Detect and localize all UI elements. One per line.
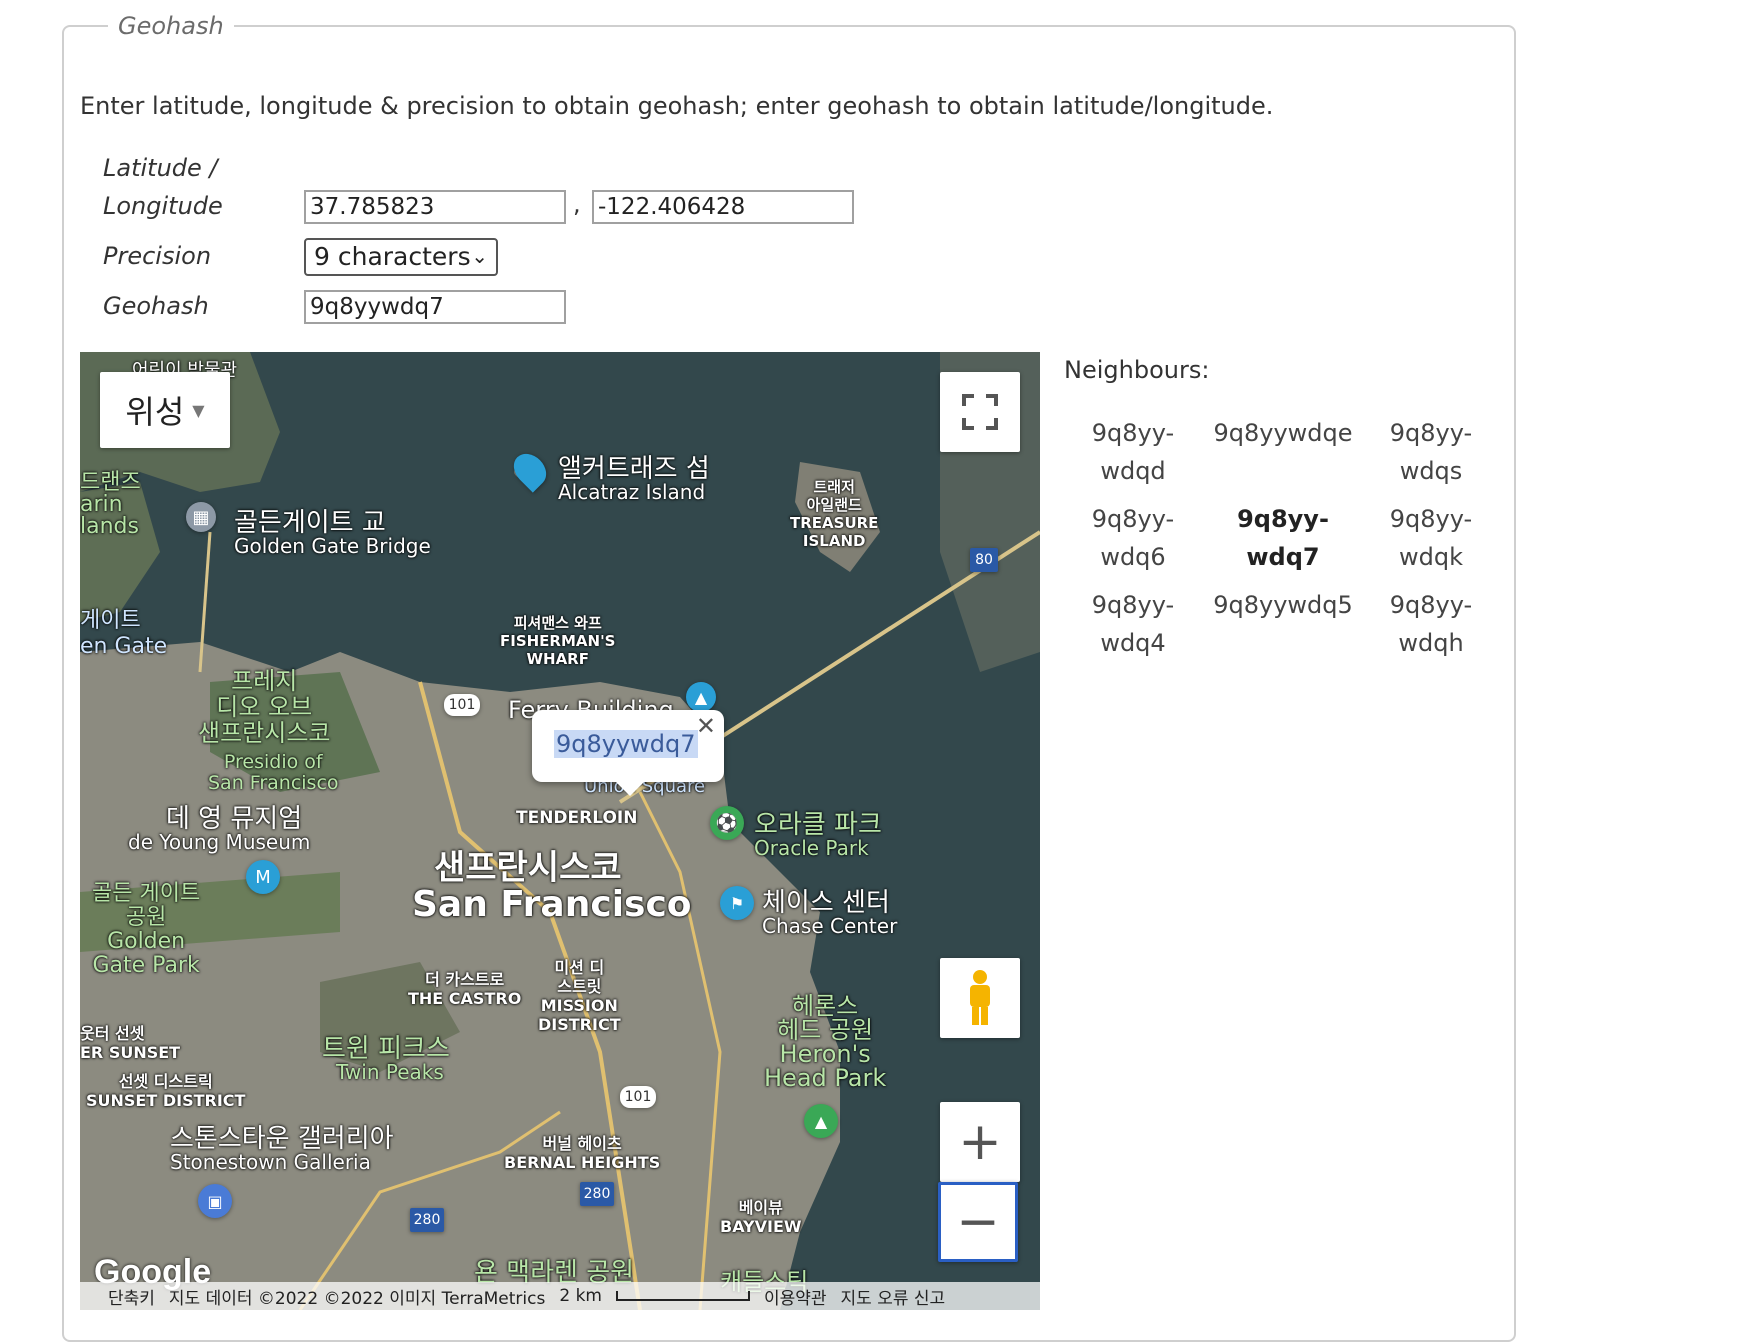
highway-101-shield: 101 — [444, 694, 480, 716]
scale-label[interactable]: 2 km — [559, 1286, 602, 1306]
map-label-sunset-district: 선셋 디스트릭 SUNSET DISTRICT — [86, 1072, 246, 1110]
park-tree-icon[interactable]: ▲ — [804, 1104, 838, 1138]
neighbour-cell: 9q8yy- wdqh — [1389, 591, 1473, 657]
keyboard-shortcuts-link[interactable]: 단축키 — [108, 1284, 155, 1309]
neighbour-cell: 9q8yy- wdqd — [1091, 419, 1175, 485]
map-label-sf-en: San Francisco — [412, 884, 692, 925]
dropdown-caret-icon: ▼ — [192, 400, 205, 420]
close-icon[interactable]: ✕ — [696, 712, 716, 740]
map-label-presidio-ko: 프레지 디오 오브 샌프란시스코 — [198, 667, 331, 747]
map-label-presidio-en: Presidio of San Francisco — [208, 751, 339, 794]
map-label-alcatraz-en: Alcatraz Island — [558, 480, 706, 504]
map-label-castro: 더 카스트로 THE CASTRO — [408, 970, 522, 1008]
map-label-outer-sunset: 웃터 선셋 ER SUNSET — [80, 1024, 181, 1062]
longitude-input[interactable]: -122.406428 — [592, 190, 854, 224]
plus-icon: + — [958, 1112, 1002, 1172]
info-window: 9q8yywdq7 ✕ — [532, 710, 724, 796]
map-view[interactable]: 어린이 박물관 드랜즈 arin lands 게이트 en Gate 앨커트래즈… — [80, 352, 1040, 1310]
map-type-button[interactable]: 위성 ▼ — [100, 372, 230, 448]
scale-bar — [615, 1291, 750, 1301]
ferry-building-pin-icon[interactable]: ▲ — [686, 682, 716, 712]
neighbour-cell: 9q8yywdqe — [1213, 419, 1353, 447]
neighbours-title: Neighbours: — [1064, 356, 1210, 384]
report-map-error-link[interactable]: 지도 오류 신고 — [841, 1284, 946, 1309]
neighbour-cell: 9q8yy- wdqs — [1389, 419, 1473, 485]
info-window-geohash[interactable]: 9q8yywdq7 — [554, 730, 698, 758]
map-data-attribution: 지도 데이터 ©2022 ©2022 이미지 TerraMetrics — [168, 1288, 546, 1309]
geohash-label: Geohash — [103, 292, 209, 320]
map-label-oracle-en: Oracle Park — [754, 836, 869, 860]
map-type-label: 위성 — [125, 393, 185, 431]
map-label-bernal: 버널 헤이츠 BERNAL HEIGHTS — [504, 1134, 661, 1172]
map-label-twin-peaks-en: Twin Peaks — [336, 1060, 444, 1084]
map-footer: 단축키 지도 데이터 ©2022 ©2022 이미지 TerraMetrics … — [80, 1282, 1040, 1310]
interstate-280-shield: 280 — [410, 1208, 444, 1232]
chevron-down-icon: ⌄ — [471, 244, 488, 268]
latlon-label-line1: Latitude / — [103, 154, 218, 182]
map-label-golden-gate-left: 게이트 en Gate — [80, 608, 168, 659]
map-label-chase-en: Chase Center — [762, 914, 898, 938]
map-label-bayview: 베이뷰 BAYVIEW — [720, 1198, 802, 1236]
map-label-stonestown-en: Stonestown Galleria — [170, 1150, 371, 1174]
latlon-label-line2: Longitude — [103, 192, 223, 220]
fieldset-legend: Geohash — [118, 12, 224, 40]
latitude-input[interactable]: 37.785823 — [304, 190, 566, 224]
arena-icon[interactable]: ⚑ — [720, 886, 754, 920]
map-label-fishermans-wharf: 피셔맨스 와프 FISHERMAN'S WHARF — [500, 614, 616, 668]
neighbour-cell-center: 9q8yy- wdq7 — [1237, 505, 1329, 571]
geohash-input[interactable]: 9q8yywdq7 — [304, 290, 566, 324]
fullscreen-icon — [962, 394, 998, 430]
map-label-mission: 미션 디 스트릿 MISSION DISTRICT — [538, 958, 621, 1034]
fullscreen-button[interactable] — [940, 372, 1020, 452]
map-label-sf-ko: 샌프란시스코 — [434, 848, 622, 888]
bridge-icon[interactable]: ▦ — [186, 502, 216, 532]
terms-link[interactable]: 이용약관 — [764, 1284, 827, 1309]
intro-text: Enter latitude, longitude & precision to… — [80, 92, 1274, 120]
zoom-out-button[interactable]: − — [938, 1182, 1018, 1262]
neighbour-cell: 9q8yy- wdq6 — [1091, 505, 1175, 571]
neighbour-cell: 9q8yywdq5 — [1213, 591, 1353, 619]
precision-label: Precision — [103, 242, 212, 270]
shopping-bag-icon[interactable]: ▣ — [198, 1184, 232, 1218]
map-label-tenderloin: TENDERLOIN — [516, 808, 638, 828]
museum-icon[interactable]: M — [246, 860, 280, 894]
zoom-in-button[interactable]: + — [940, 1102, 1020, 1182]
street-view-pegman[interactable] — [940, 958, 1020, 1038]
highway-101-shield: 101 — [620, 1086, 656, 1108]
map-label-treasure-island: 트래저 아일랜드 TREASURE ISLAND — [790, 478, 879, 550]
map-label-marin: 드랜즈 arin lands — [80, 470, 141, 539]
interstate-80-shield: 80 — [970, 548, 998, 572]
neighbour-cell: 9q8yy- wdq4 — [1091, 591, 1175, 657]
map-label-herons-head: 헤론스 헤드 공원 Heron's Head Park — [764, 992, 887, 1092]
latlon-comma: , — [573, 190, 581, 218]
map-label-deyoung-en: de Young Museum — [128, 830, 311, 854]
precision-select[interactable]: 9 characters ⌄ — [304, 238, 498, 276]
neighbour-cell: 9q8yy- wdqk — [1389, 505, 1473, 571]
pegman-icon — [970, 970, 990, 1025]
map-label-ggb-en: Golden Gate Bridge — [234, 534, 431, 558]
minus-icon: − — [956, 1192, 1000, 1252]
stadium-icon[interactable]: ⚽ — [710, 806, 744, 840]
map-label-golden-gate-park: 골든 게이트 공원 Golden Gate Park — [92, 881, 201, 978]
interstate-280-shield: 280 — [580, 1182, 614, 1206]
precision-selected-value: 9 characters — [314, 242, 471, 271]
